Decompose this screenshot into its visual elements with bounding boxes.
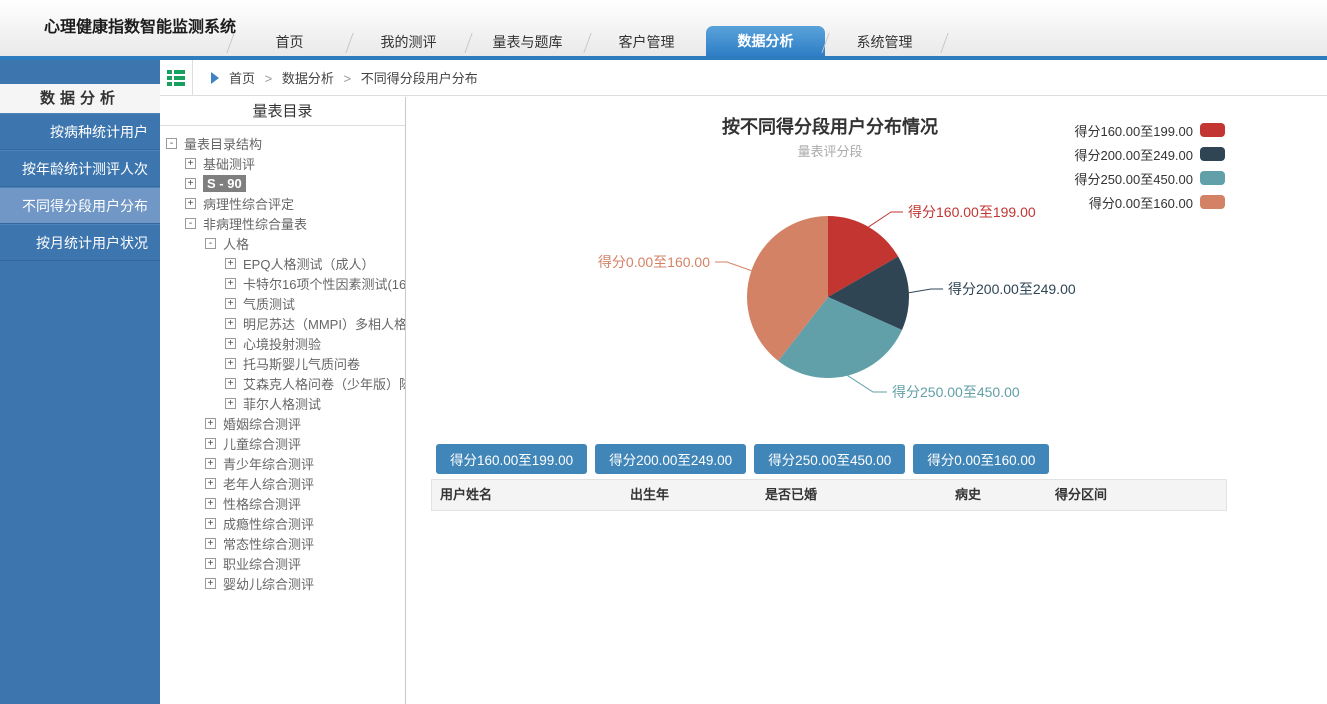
tab-data-analysis[interactable]: 数据分析 xyxy=(706,26,825,56)
expand-icon[interactable]: + xyxy=(205,518,216,529)
expand-icon[interactable]: + xyxy=(205,578,216,589)
breadcrumb-arrow-icon xyxy=(211,72,219,84)
sidebar: 数据分析 按病种统计用户 按年龄统计测评人次 不同得分段用户分布 按月统计用户状… xyxy=(0,60,160,704)
label-connector xyxy=(848,376,887,392)
column-header-birth-year: 出生年 xyxy=(622,480,757,510)
collapse-icon[interactable]: - xyxy=(185,218,196,229)
tree-node-selected[interactable]: +S - 90 xyxy=(160,173,405,193)
label-connector xyxy=(909,289,943,293)
expand-icon[interactable]: + xyxy=(225,258,236,269)
filter-button-0-160[interactable]: 得分0.00至160.00 xyxy=(913,444,1049,474)
app-window: 心理健康指数智能监测系统 首页 我的测评 量表与题库 客户管理 数据分析 系统管… xyxy=(0,0,1327,704)
expand-icon[interactable]: + xyxy=(185,198,196,209)
scale-directory-panel: 量表目录 -量表目录结构 +基础测评 +S - 90 +病理性综合评定 -非病理… xyxy=(160,97,406,704)
tree-node[interactable]: +托马斯婴儿气质问卷 xyxy=(160,353,405,373)
menu-toggle-button[interactable] xyxy=(160,60,193,95)
filter-button-250-450[interactable]: 得分250.00至450.00 xyxy=(754,444,905,474)
tree-node[interactable]: +婴幼儿综合测评 xyxy=(160,573,405,593)
column-header-medical-history: 病史 xyxy=(947,480,1047,510)
breadcrumb-data-analysis[interactable]: 数据分析 xyxy=(282,71,334,86)
tree-node[interactable]: +艾森克人格问卷（少年版）陈仲 xyxy=(160,373,405,393)
expand-icon[interactable]: + xyxy=(225,298,236,309)
tree-node[interactable]: +职业综合测评 xyxy=(160,553,405,573)
slice-label: 得分200.00至249.00 xyxy=(948,281,1076,297)
breadcrumb-separator: > xyxy=(344,71,352,86)
expand-icon[interactable]: + xyxy=(225,278,236,289)
sidebar-item-score-distribution[interactable]: 不同得分段用户分布 xyxy=(0,187,160,224)
scale-tree: -量表目录结构 +基础测评 +S - 90 +病理性综合评定 -非病理性综合量表… xyxy=(160,126,405,593)
column-header-username: 用户姓名 xyxy=(432,480,622,510)
expand-icon[interactable]: + xyxy=(205,438,216,449)
score-filter-buttons: 得分160.00至199.00 得分200.00至249.00 得分250.00… xyxy=(436,444,1049,474)
tab-my-assessments[interactable]: 我的测评 xyxy=(349,28,468,56)
tree-panel-title: 量表目录 xyxy=(160,97,405,126)
table-header-row: 用户姓名 出生年 是否已婚 病史 得分区间 xyxy=(431,479,1227,511)
label-connector xyxy=(715,262,751,271)
tree-node[interactable]: -非病理性综合量表 xyxy=(160,213,405,233)
tree-node[interactable]: +气质测试 xyxy=(160,293,405,313)
tree-node[interactable]: +病理性综合评定 xyxy=(160,193,405,213)
tree-node[interactable]: +常态性综合测评 xyxy=(160,533,405,553)
user-table: 用户姓名 出生年 是否已婚 病史 得分区间 xyxy=(431,479,1227,511)
app-header: 心理健康指数智能监测系统 首页 我的测评 量表与题库 客户管理 数据分析 系统管… xyxy=(0,0,1327,56)
collapse-icon[interactable]: - xyxy=(166,138,177,149)
pie-chart: 得分160.00至199.00 得分200.00至249.00 得分250.00… xyxy=(431,111,1241,441)
breadcrumb-home[interactable]: 首页 xyxy=(229,71,255,86)
sidebar-item-by-disease[interactable]: 按病种统计用户 xyxy=(0,113,160,150)
expand-icon[interactable]: + xyxy=(205,418,216,429)
expand-icon[interactable]: + xyxy=(205,498,216,509)
tree-node[interactable]: -人格 xyxy=(160,233,405,253)
expand-icon[interactable]: + xyxy=(185,178,196,189)
expand-icon[interactable]: + xyxy=(205,478,216,489)
tree-node[interactable]: +儿童综合测评 xyxy=(160,433,405,453)
tree-node[interactable]: +青少年综合测评 xyxy=(160,453,405,473)
expand-icon[interactable]: + xyxy=(225,318,236,329)
column-header-score-range: 得分区间 xyxy=(1047,480,1226,510)
breadcrumb-separator: > xyxy=(265,71,273,86)
sidebar-title: 数据分析 xyxy=(0,84,160,113)
tab-scales-question-bank[interactable]: 量表与题库 xyxy=(468,28,587,56)
breadcrumb-bar: 首页 > 数据分析 > 不同得分段用户分布 xyxy=(160,60,1327,96)
sidebar-item-monthly-status[interactable]: 按月统计用户状况 xyxy=(0,224,160,261)
list-icon xyxy=(167,70,185,86)
collapse-icon[interactable]: - xyxy=(205,238,216,249)
tree-node[interactable]: -量表目录结构 xyxy=(160,133,405,153)
expand-icon[interactable]: + xyxy=(205,538,216,549)
breadcrumb-current: 不同得分段用户分布 xyxy=(361,71,478,86)
label-connector xyxy=(869,212,904,227)
filter-button-160-199[interactable]: 得分160.00至199.00 xyxy=(436,444,587,474)
tree-node[interactable]: +性格综合测评 xyxy=(160,493,405,513)
tree-node[interactable]: +明尼苏达（MMPI）多相人格测试 xyxy=(160,313,405,333)
tree-node[interactable]: +EPQ人格测试（成人） xyxy=(160,253,405,273)
app-title: 心理健康指数智能监测系统 xyxy=(44,13,236,37)
tab-system-management[interactable]: 系统管理 xyxy=(825,28,944,56)
expand-icon[interactable]: + xyxy=(185,158,196,169)
main-nav: 首页 我的测评 量表与题库 客户管理 数据分析 系统管理 xyxy=(230,28,945,56)
expand-icon[interactable]: + xyxy=(225,358,236,369)
tab-customer-management[interactable]: 客户管理 xyxy=(587,28,706,56)
slice-label: 得分250.00至450.00 xyxy=(892,384,1020,400)
expand-icon[interactable]: + xyxy=(205,458,216,469)
tab-home[interactable]: 首页 xyxy=(230,28,349,56)
filter-button-200-249[interactable]: 得分200.00至249.00 xyxy=(595,444,746,474)
expand-icon[interactable]: + xyxy=(225,378,236,389)
expand-icon[interactable]: + xyxy=(225,338,236,349)
tree-node[interactable]: +成瘾性综合测评 xyxy=(160,513,405,533)
expand-icon[interactable]: + xyxy=(205,558,216,569)
chart-area: 按不同得分段用户分布情况 量表评分段 得分160.00至199.00 得分200… xyxy=(407,97,1327,704)
slice-label: 得分0.00至160.00 xyxy=(598,254,710,270)
sidebar-item-by-age[interactable]: 按年龄统计测评人次 xyxy=(0,150,160,187)
tree-node[interactable]: +心境投射测验 xyxy=(160,333,405,353)
tree-node[interactable]: +婚姻综合测评 xyxy=(160,413,405,433)
breadcrumb: 首页 > 数据分析 > 不同得分段用户分布 xyxy=(229,68,478,87)
slice-label: 得分160.00至199.00 xyxy=(908,204,1036,220)
tree-node[interactable]: +菲尔人格测试 xyxy=(160,393,405,413)
tree-node[interactable]: +卡特尔16项个性因素测试(16PF) xyxy=(160,273,405,293)
tree-node[interactable]: +老年人综合测评 xyxy=(160,473,405,493)
column-header-married: 是否已婚 xyxy=(757,480,947,510)
tree-node[interactable]: +基础测评 xyxy=(160,153,405,173)
expand-icon[interactable]: + xyxy=(225,398,236,409)
